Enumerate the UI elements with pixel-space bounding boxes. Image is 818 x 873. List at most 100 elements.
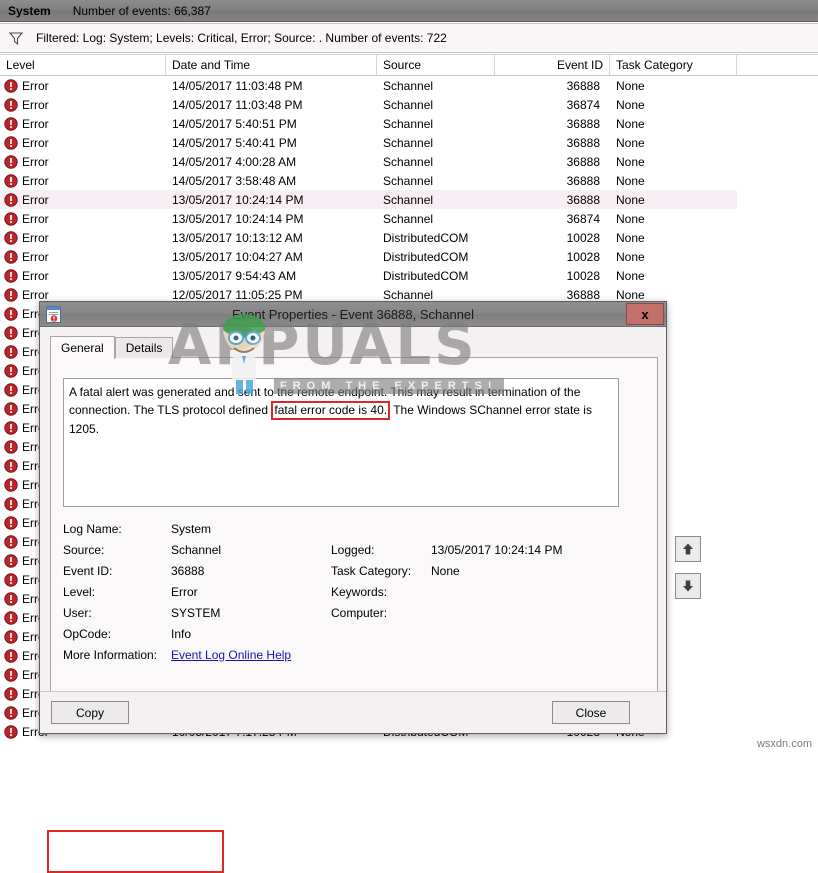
cell-date: 14/05/2017 5:40:41 PM: [172, 135, 297, 150]
prop-label-keywords: Keywords:: [331, 584, 388, 599]
prop-label-computer: Computer:: [331, 605, 388, 620]
column-header-date[interactable]: Date and Time: [166, 55, 377, 75]
cell-event-id: 36888: [566, 116, 600, 131]
error-icon: [4, 97, 18, 112]
property-row: Event ID: 36888 Task Category: None: [63, 560, 633, 581]
cell-source: Schannel: [383, 135, 434, 150]
cell-level-text: Error: [22, 78, 49, 93]
cell-task-category: None: [616, 192, 645, 207]
cell-event-id: 36874: [566, 97, 600, 112]
error-icon: [4, 306, 18, 321]
error-icon: [4, 211, 18, 226]
cell-level-text: Error: [22, 211, 49, 226]
error-icon: [4, 477, 18, 492]
table-row[interactable]: Error 14/05/2017 4:00:28 AM Schannel 36888 N…: [0, 152, 737, 171]
cell-event-id: 36888: [566, 173, 600, 188]
cell-level: Error: [0, 114, 166, 133]
table-row[interactable]: Error 13/05/2017 10:13:12 AM DistributedCO…: [0, 228, 737, 247]
prop-label-level: Level:: [63, 584, 96, 599]
cell-task-category: None: [616, 116, 645, 131]
cell-level-text: Error: [22, 116, 49, 131]
error-icon: [4, 287, 18, 302]
event-description-box[interactable]: A fatal alert was generated and sent to …: [63, 378, 619, 507]
cell-event-id: 36874: [566, 211, 600, 226]
event-properties-dialog: Event Properties - Event 36888, Schannel…: [39, 301, 701, 873]
tab-general[interactable]: General: [50, 336, 115, 359]
table-row[interactable]: Error 14/05/2017 5:40:51 PM Schannel 36888 N…: [0, 114, 737, 133]
next-event-button[interactable]: [675, 573, 701, 599]
dialog-titlebar[interactable]: Event Properties - Event 36888, Schannel…: [40, 302, 666, 327]
table-row[interactable]: Error 14/05/2017 11:03:48 PM Schannel 36888…: [0, 76, 737, 95]
column-header-task-category[interactable]: Task Category: [610, 55, 737, 75]
error-icon: [4, 401, 18, 416]
table-row[interactable]: Error 14/05/2017 11:03:48 PM Schannel 36874…: [0, 95, 737, 114]
cell-level: Error: [0, 95, 166, 114]
table-row[interactable]: Error 13/05/2017 10:24:14 PM Schannel 36874…: [0, 209, 737, 228]
error-icon: [4, 591, 18, 606]
cell-source: Schannel: [383, 173, 434, 188]
prop-label-log-name: Log Name:: [63, 521, 122, 536]
close-button[interactable]: Close: [552, 701, 630, 724]
property-row: Log Name: System: [63, 518, 633, 539]
cell-task-category: None: [616, 268, 645, 283]
event-properties-icon: [45, 305, 62, 323]
prop-value-opcode: Info: [171, 626, 192, 641]
property-row: Level: Error Keywords:: [63, 581, 633, 602]
table-row[interactable]: Error 14/05/2017 5:40:41 PM Schannel 36888 N…: [0, 133, 737, 152]
cell-source: DistributedCOM: [383, 268, 469, 283]
column-header-event-id[interactable]: Event ID: [495, 55, 610, 75]
error-icon: [4, 648, 18, 663]
dialog-tabstrip[interactable]: General Details: [50, 336, 174, 359]
dialog-footer: Copy Close: [40, 691, 666, 733]
table-row[interactable]: Error 14/05/2017 3:58:48 AM Schannel 36888 N…: [0, 171, 737, 190]
cell-event-id: 10028: [566, 249, 600, 264]
prop-value-level: Error: [171, 584, 198, 599]
cell-task-category: None: [616, 173, 645, 188]
cell-level: Error: [0, 133, 166, 152]
error-icon: [4, 78, 18, 93]
copy-button[interactable]: Copy: [51, 701, 129, 724]
cell-level: Error: [0, 266, 166, 285]
cell-source: Schannel: [383, 78, 434, 93]
cell-event-id: 36888: [566, 135, 600, 150]
prop-value-logged: 13/05/2017 10:24:14 PM: [431, 542, 563, 557]
error-icon: [4, 553, 18, 568]
cell-level-text: Error: [22, 173, 49, 188]
cell-task-category: None: [616, 97, 645, 112]
cell-source: Schannel: [383, 116, 434, 131]
cell-date: 13/05/2017 10:24:14 PM: [172, 192, 304, 207]
close-icon[interactable]: x: [626, 303, 664, 325]
filter-bar[interactable]: Filtered: Log: System; Levels: Critical,…: [0, 23, 818, 53]
error-icon: [4, 610, 18, 625]
table-row[interactable]: Error 13/05/2017 10:24:14 PM Schannel 36888…: [0, 190, 737, 209]
cell-event-id: 10028: [566, 268, 600, 283]
error-icon: [4, 629, 18, 644]
cell-source: Schannel: [383, 154, 434, 169]
cell-date: 14/05/2017 3:58:48 AM: [172, 173, 297, 188]
error-icon: [4, 515, 18, 530]
highlighted-error-code: fatal error code is 40.: [271, 401, 391, 420]
log-status-strip: System Number of events: 66,387: [0, 0, 818, 22]
cell-date: 13/05/2017 10:04:27 AM: [172, 249, 303, 264]
prop-value-more-information: Event Log Online Help: [171, 648, 331, 662]
cell-source: Schannel: [383, 192, 434, 207]
dialog-title: Event Properties - Event 36888, Schannel: [231, 306, 475, 322]
cell-date: 13/05/2017 10:13:12 AM: [172, 230, 303, 245]
cell-level: Error: [0, 228, 166, 247]
cell-date: 13/05/2017 10:24:14 PM: [172, 211, 304, 226]
event-log-online-help-link[interactable]: Event Log Online Help: [171, 648, 291, 662]
cell-level-text: Error: [22, 154, 49, 169]
error-icon: [4, 173, 18, 188]
column-header-source[interactable]: Source: [377, 55, 495, 75]
error-icon: [4, 192, 18, 207]
table-row[interactable]: Error 13/05/2017 10:04:27 AM DistributedCO…: [0, 247, 737, 266]
cell-date: 14/05/2017 4:00:28 AM: [172, 154, 297, 169]
column-header-level[interactable]: Level: [0, 55, 166, 75]
cell-level: Error: [0, 209, 166, 228]
tab-details[interactable]: Details: [114, 337, 174, 358]
error-icon: [4, 439, 18, 454]
cell-event-id: 36888: [566, 154, 600, 169]
up-arrow-icon: [683, 543, 693, 555]
table-row[interactable]: Error 13/05/2017 9:54:43 AM DistributedCOM…: [0, 266, 737, 285]
previous-event-button[interactable]: [675, 536, 701, 562]
